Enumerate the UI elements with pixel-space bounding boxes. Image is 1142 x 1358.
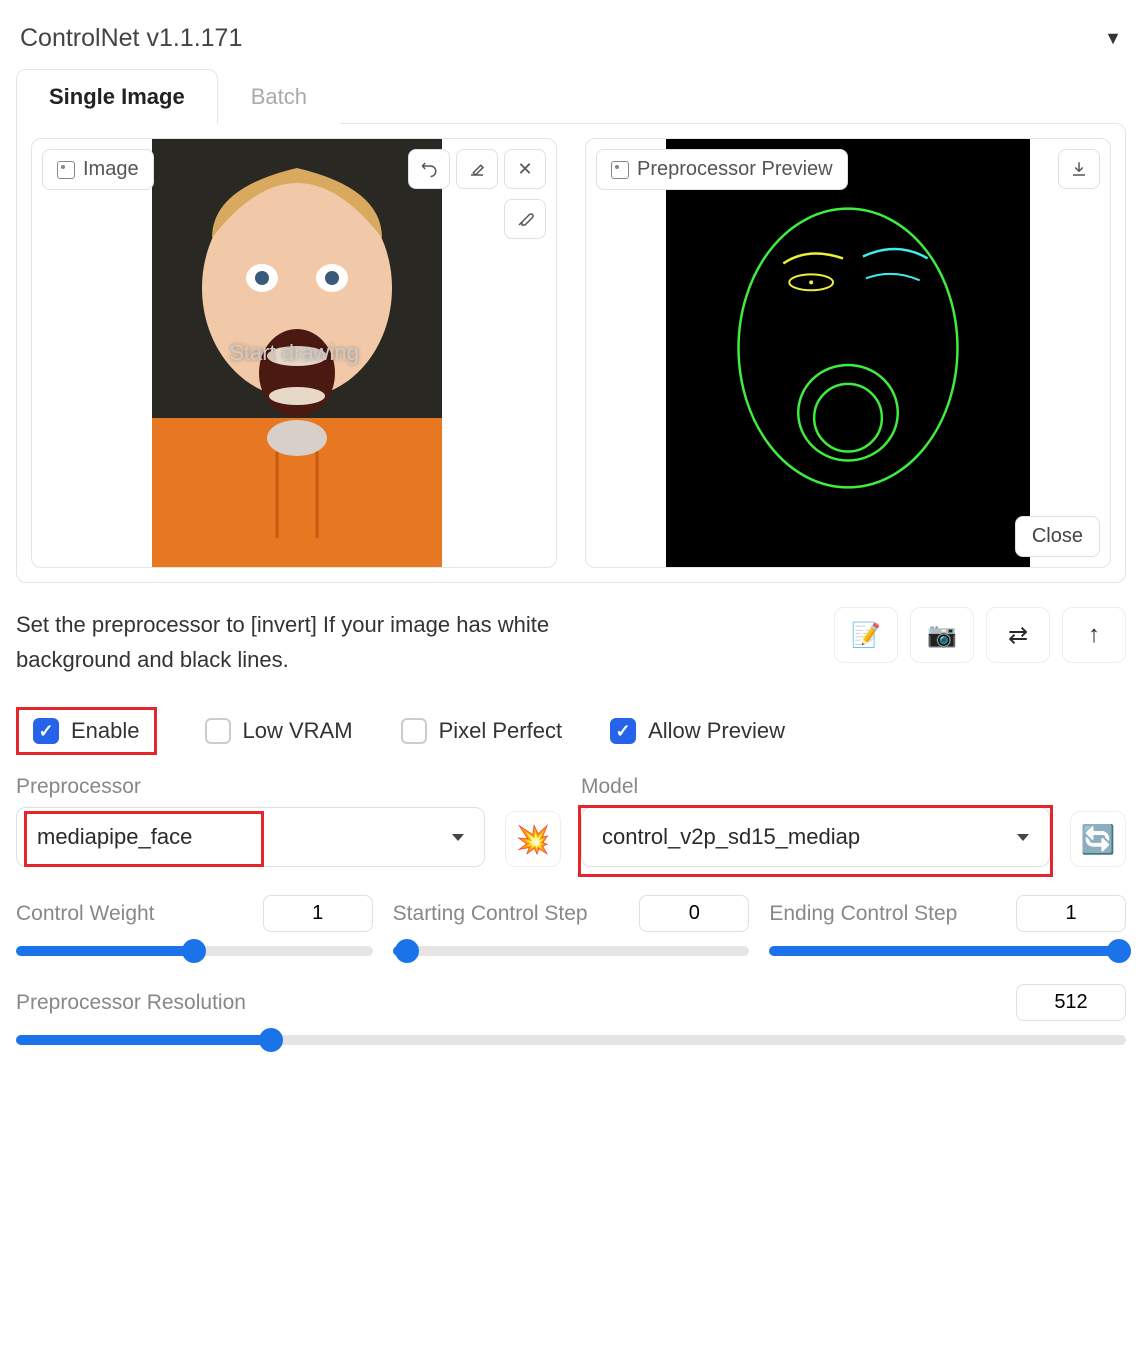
preprocessor-label: Preprocessor <box>16 775 485 799</box>
model-value: control_v2p_sd15_mediap <box>602 824 860 850</box>
tab-content: Image ✕ <box>16 123 1126 583</box>
resolution-slider[interactable] <box>16 1035 1126 1045</box>
chevron-down-icon <box>452 834 464 841</box>
control-weight-label: Control Weight <box>16 902 251 926</box>
image-icon <box>57 161 75 179</box>
low-vram-checkbox[interactable]: Low VRAM <box>205 707 353 755</box>
resolution-input[interactable] <box>1016 984 1126 1021</box>
model-select[interactable]: control_v2p_sd15_mediap <box>581 807 1050 867</box>
checkbox-label: Pixel Perfect <box>439 718 563 744</box>
erase-button[interactable] <box>456 149 498 189</box>
clear-button[interactable]: ✕ <box>504 149 546 189</box>
checkbox-box <box>401 718 427 744</box>
image-label-text: Image <box>83 158 139 181</box>
checkbox-label: Low VRAM <box>243 718 353 744</box>
end-step-input[interactable] <box>1016 895 1126 932</box>
collapse-toggle-icon[interactable]: ▼ <box>1104 28 1122 49</box>
input-image-box[interactable]: Image ✕ <box>31 138 557 568</box>
preprocessor-preview-image <box>666 139 1030 567</box>
resolution-label: Preprocessor Resolution <box>16 991 1004 1015</box>
checkbox-box <box>205 718 231 744</box>
swap-button[interactable]: ⇄ <box>986 607 1050 663</box>
checkbox-label: Enable <box>71 718 140 744</box>
send-button[interactable]: ↑ <box>1062 607 1126 663</box>
enable-checkbox[interactable]: Enable <box>16 707 157 755</box>
image-icon <box>611 161 629 179</box>
download-button[interactable] <box>1058 149 1100 189</box>
brush-button[interactable] <box>504 199 546 239</box>
tab-single-image[interactable]: Single Image <box>16 69 218 124</box>
control-weight-slider[interactable] <box>16 946 373 956</box>
checkbox-label: Allow Preview <box>648 718 785 744</box>
preview-image-box: Preprocessor Preview Close <box>585 138 1111 568</box>
end-step-slider[interactable] <box>769 946 1126 956</box>
draw-overlay-text: Start drawing <box>229 340 359 366</box>
webcam-button[interactable]: 📷 <box>910 607 974 663</box>
start-step-slider[interactable] <box>393 946 750 956</box>
checkbox-box <box>610 718 636 744</box>
start-step-label: Starting Control Step <box>393 902 628 926</box>
run-preprocessor-button[interactable]: 💥 <box>505 811 561 867</box>
create-canvas-button[interactable]: 📝 <box>834 607 898 663</box>
preprocessor-select[interactable]: mediapipe_face <box>16 807 485 867</box>
chevron-down-icon <box>1017 834 1029 841</box>
preprocessor-value: mediapipe_face <box>37 824 192 850</box>
image-label: Image <box>42 149 154 190</box>
hint-text: Set the preprocessor to [invert] If your… <box>16 607 616 677</box>
undo-button[interactable] <box>408 149 450 189</box>
control-weight-input[interactable] <box>263 895 373 932</box>
pixel-perfect-checkbox[interactable]: Pixel Perfect <box>401 707 563 755</box>
preview-label-text: Preprocessor Preview <box>637 158 833 181</box>
close-preview-button[interactable]: Close <box>1015 516 1100 557</box>
preview-label: Preprocessor Preview <box>596 149 848 190</box>
model-label: Model <box>581 775 1050 799</box>
checkbox-box <box>33 718 59 744</box>
refresh-models-button[interactable]: 🔄 <box>1070 811 1126 867</box>
allow-preview-checkbox[interactable]: Allow Preview <box>610 707 785 755</box>
panel-title: ControlNet v1.1.171 <box>20 24 242 53</box>
start-step-input[interactable] <box>639 895 749 932</box>
end-step-label: Ending Control Step <box>769 902 1004 926</box>
tabs: Single Image Batch <box>16 69 1126 124</box>
tab-batch[interactable]: Batch <box>218 69 340 124</box>
